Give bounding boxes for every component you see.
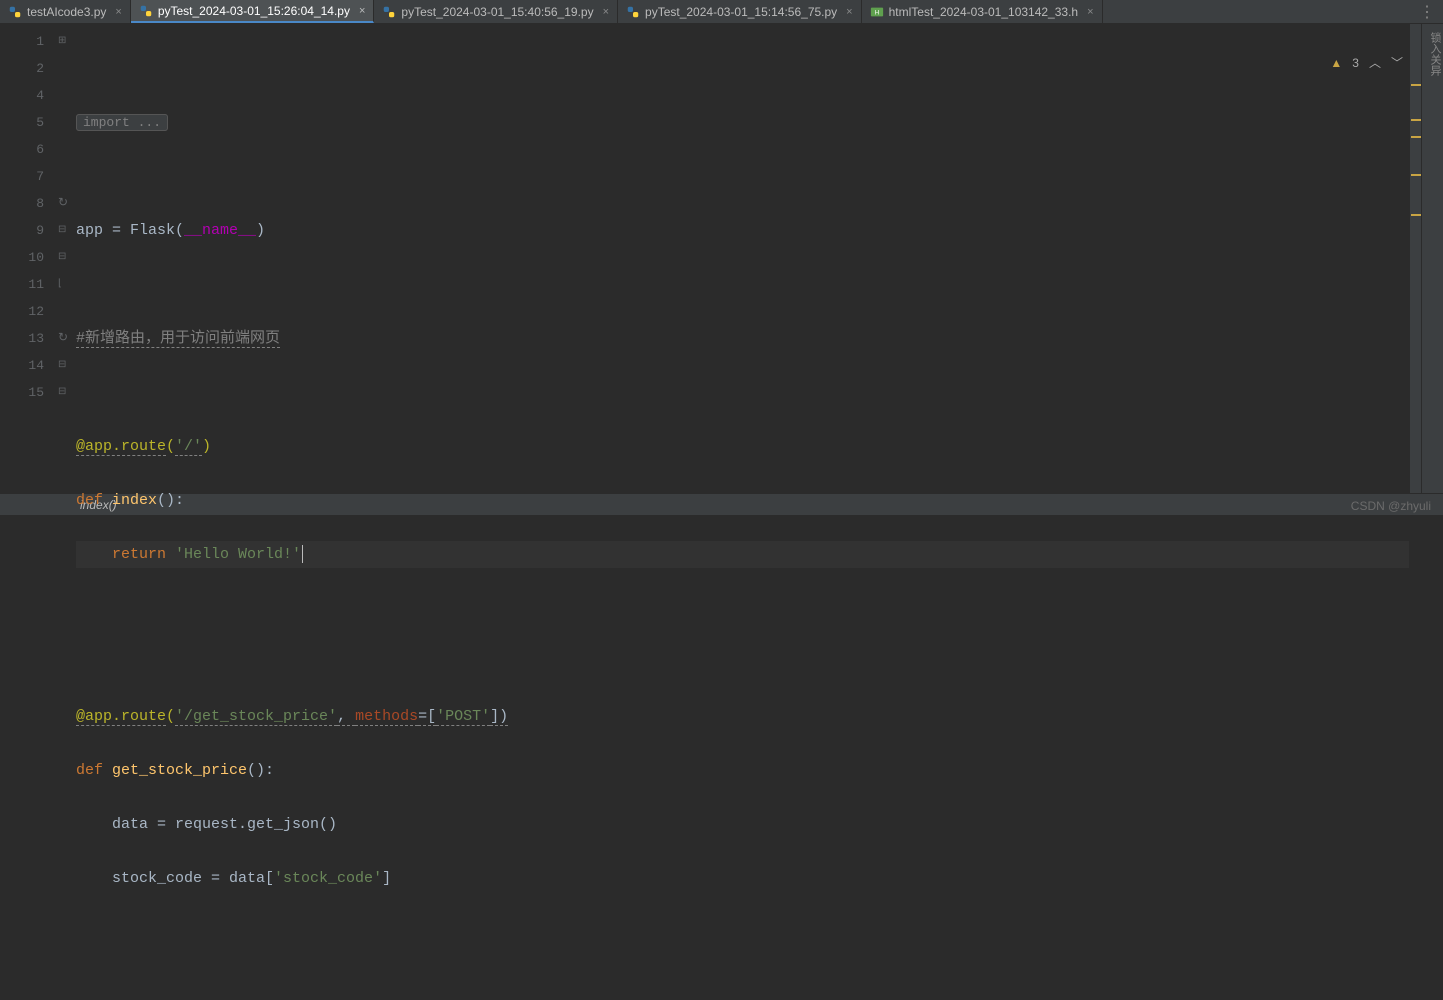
fold-toggle-icon[interactable]: ⊟ <box>58 379 66 406</box>
code-area[interactable]: import ... app = Flask(__name__) #新增路由，用… <box>76 24 1409 493</box>
more-icon[interactable]: ⋮ <box>1419 2 1435 22</box>
decorator: @app.route <box>76 438 166 456</box>
python-icon <box>139 4 153 18</box>
editor-tabs: testAIcode3.py × pyTest_2024-03-01_15:26… <box>0 0 1443 24</box>
decorator: @app.route <box>76 708 166 726</box>
next-highlight-icon[interactable]: ﹀ <box>1391 54 1403 71</box>
line-number: 13 <box>0 325 44 352</box>
tab-label: pyTest_2024-03-01_15:14:56_75.py <box>645 5 837 19</box>
folded-import[interactable]: import ... <box>76 114 168 131</box>
svg-text:H: H <box>874 9 878 16</box>
prev-highlight-icon[interactable]: ︿ <box>1369 54 1381 71</box>
line-number: 10 <box>0 244 44 271</box>
line-number: 11 <box>0 271 44 298</box>
sidebar-tool-label[interactable]: 锁入关异 <box>1429 32 1441 76</box>
right-toolwindow-bar[interactable]: 锁入关异 <box>1421 24 1443 493</box>
comment: #新增路由，用于访问前端网页 <box>76 330 280 348</box>
ai-hint-icon[interactable]: ↻ <box>58 325 68 352</box>
line-number: 9 <box>0 217 44 244</box>
stripe-mark[interactable] <box>1411 84 1421 86</box>
warning-icon: ▲ <box>1330 56 1342 70</box>
fold-end-icon[interactable]: ⌊ <box>58 271 62 298</box>
tab-label: htmlTest_2024-03-01_103142_33.h <box>889 5 1078 19</box>
error-stripe[interactable] <box>1409 24 1421 493</box>
close-icon[interactable]: × <box>359 5 365 17</box>
fold-column: ⊞ ↻ ⊟ ⊟ ⌊ ↻ ⊟ ⊟ <box>56 24 76 493</box>
tab-overflow: ⋮ <box>1411 0 1443 23</box>
line-number: 1 <box>0 28 44 55</box>
stripe-mark[interactable] <box>1411 174 1421 176</box>
close-icon[interactable]: × <box>115 6 121 18</box>
line-gutter: 1 2 4 5 6 7 8 9 10 11 12 13 14 15 <box>0 24 56 493</box>
tab-label: pyTest_2024-03-01_15:26:04_14.py <box>158 4 350 18</box>
tab-file-1[interactable]: pyTest_2024-03-01_15:26:04_14.py × <box>131 0 375 23</box>
stripe-mark[interactable] <box>1411 136 1421 138</box>
tab-label: testAIcode3.py <box>27 5 106 19</box>
fold-toggle-icon[interactable]: ⊞ <box>58 28 66 55</box>
line-number: 15 <box>0 379 44 406</box>
line-number: 7 <box>0 163 44 190</box>
tab-file-4[interactable]: H htmlTest_2024-03-01_103142_33.h × <box>862 0 1103 23</box>
line-number: 4 <box>0 82 44 109</box>
stripe-mark[interactable] <box>1411 214 1421 216</box>
fold-toggle-icon[interactable]: ⊟ <box>58 217 66 244</box>
close-icon[interactable]: × <box>603 6 609 18</box>
close-icon[interactable]: × <box>846 6 852 18</box>
text-cursor <box>302 545 303 563</box>
python-icon <box>626 5 640 19</box>
ai-hint-icon[interactable]: ↻ <box>58 190 68 217</box>
tab-file-2[interactable]: pyTest_2024-03-01_15:40:56_19.py × <box>374 0 618 23</box>
python-icon <box>8 5 22 19</box>
line-number: 12 <box>0 298 44 325</box>
tab-file-3[interactable]: pyTest_2024-03-01_15:14:56_75.py × <box>618 0 862 23</box>
line-number: 5 <box>0 109 44 136</box>
fold-toggle-icon[interactable]: ⊟ <box>58 352 66 379</box>
python-icon <box>382 5 396 19</box>
line-number: 2 <box>0 55 44 82</box>
tab-label: pyTest_2024-03-01_15:40:56_19.py <box>401 5 593 19</box>
line-number: 8 <box>0 190 44 217</box>
html-icon: H <box>870 5 884 19</box>
stripe-mark[interactable] <box>1411 119 1421 121</box>
tab-file-0[interactable]: testAIcode3.py × <box>0 0 131 23</box>
editor: 1 2 4 5 6 7 8 9 10 11 12 13 14 15 ⊞ ↻ ⊟ … <box>0 24 1443 493</box>
inspection-widget[interactable]: ▲ 3 ︿ ﹀ <box>1330 54 1403 71</box>
warning-count: 3 <box>1352 56 1359 70</box>
line-number: 6 <box>0 136 44 163</box>
line-number: 14 <box>0 352 44 379</box>
close-icon[interactable]: × <box>1087 6 1093 18</box>
fold-toggle-icon[interactable]: ⊟ <box>58 244 66 271</box>
watermark: CSDN @zhyuli <box>1351 499 1431 513</box>
